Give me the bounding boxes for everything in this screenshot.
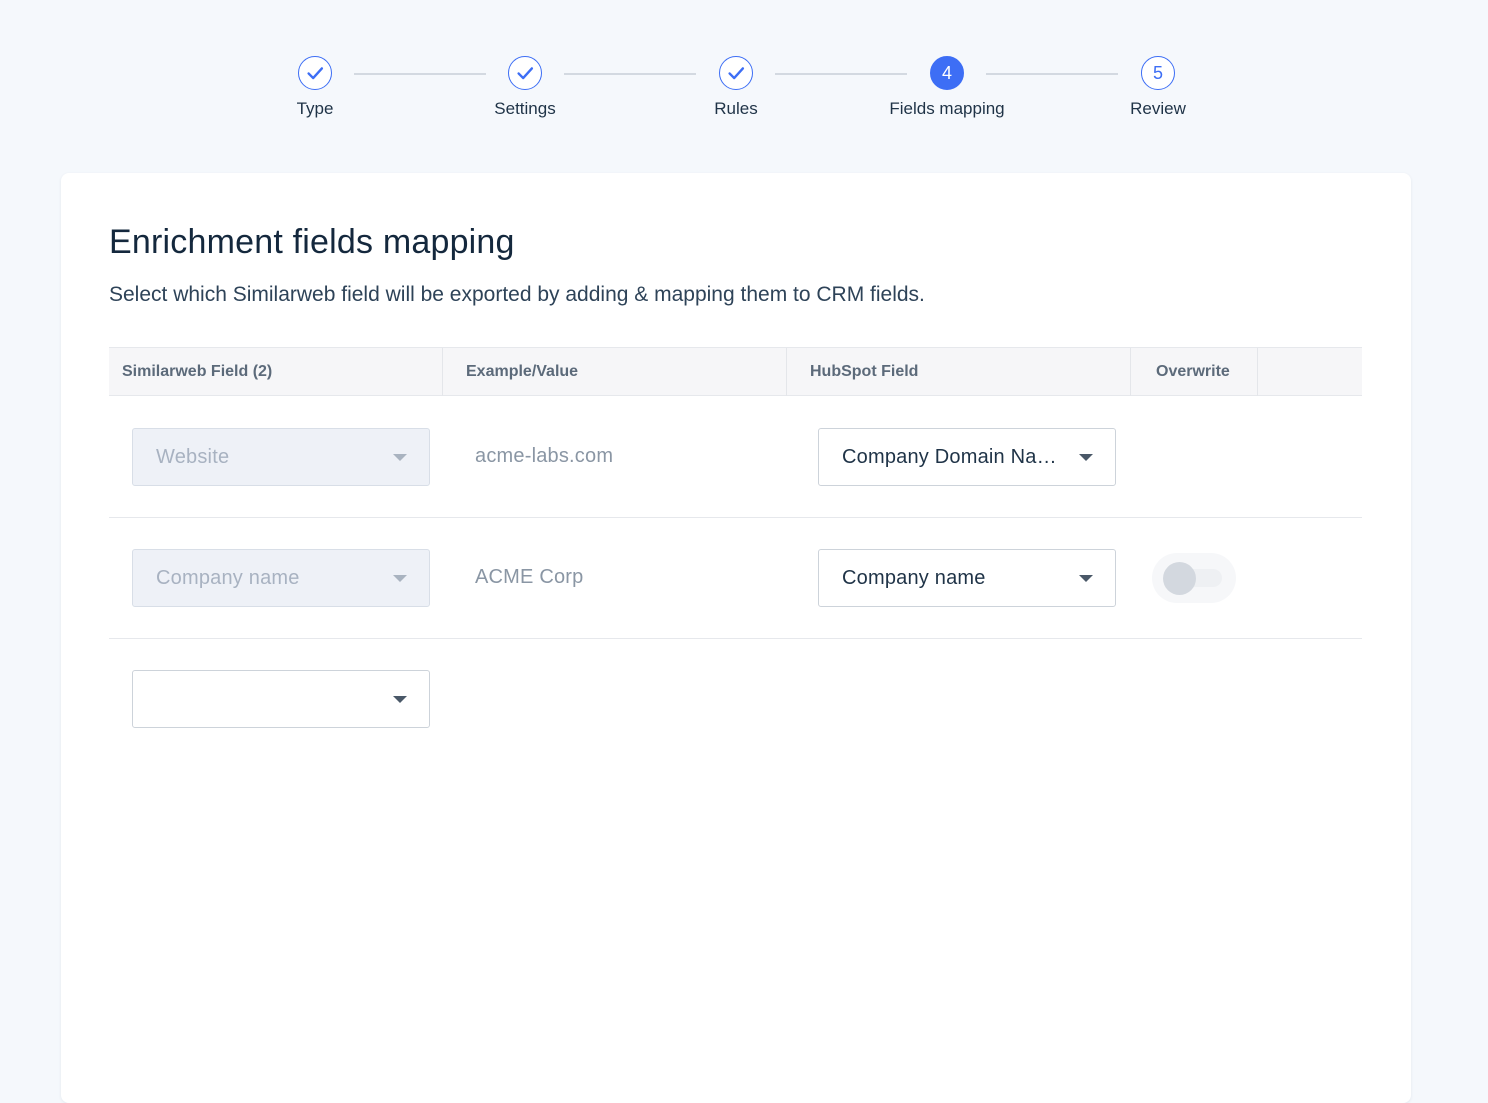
add-similarweb-field-select[interactable] [132, 670, 430, 728]
step-completed-circle [298, 56, 332, 90]
mapping-table-header: Similarweb Field (2) Example/Value HubSp… [109, 347, 1362, 396]
caret-down-icon [393, 454, 407, 461]
example-value: acme-labs.com [475, 445, 614, 467]
step-label: Settings [494, 99, 556, 118]
caret-down-icon [1079, 454, 1093, 461]
step-fields-mapping[interactable]: 4 Fields mapping [847, 56, 1047, 119]
step-rules[interactable]: Rules [636, 56, 836, 119]
step-label: Review [1130, 99, 1186, 118]
table-row: Company name ACME Corp Company name [109, 517, 1362, 639]
step-label: Rules [714, 99, 758, 118]
check-icon [517, 67, 534, 80]
hubspot-field-select[interactable]: Company Domain Name [818, 428, 1116, 486]
column-header-hubspot-field: HubSpot Field [787, 348, 1131, 396]
check-icon [307, 67, 324, 80]
page-subtitle: Select which Similarweb field will be ex… [109, 283, 925, 306]
select-value: Company Domain Name [842, 445, 1062, 468]
select-value: Company name [156, 566, 300, 589]
check-icon [728, 67, 745, 80]
similarweb-field-select: Website [132, 428, 430, 486]
caret-down-icon [1079, 575, 1093, 582]
select-value: Website [156, 445, 230, 468]
step-review[interactable]: 5 Review [1058, 56, 1258, 119]
caret-down-icon [393, 696, 407, 703]
example-value: ACME Corp [475, 566, 584, 588]
step-completed-circle [719, 56, 753, 90]
step-active-circle: 4 [930, 56, 964, 90]
table-row-new [109, 638, 1362, 759]
select-value: Company name [842, 566, 986, 589]
column-header-overwrite: Overwrite [1131, 348, 1258, 396]
step-completed-circle [508, 56, 542, 90]
column-header-example: Example/Value [443, 348, 787, 396]
hubspot-field-select[interactable]: Company name [818, 549, 1116, 607]
step-label: Type [296, 99, 334, 118]
overwrite-toggle[interactable] [1152, 553, 1236, 603]
wizard-stepper: Type Settings Rules 4 Fields mapping 5 R… [0, 56, 1488, 126]
table-row: Website acme-labs.com Company Domain Nam… [109, 396, 1362, 518]
fields-mapping-card: Enrichment fields mapping Select which S… [61, 173, 1411, 1103]
column-header-similarweb-field: Similarweb Field (2) [109, 348, 443, 396]
step-upcoming-circle: 5 [1141, 56, 1175, 90]
similarweb-field-select: Company name [132, 549, 430, 607]
step-label: Fields mapping [889, 99, 1005, 118]
step-settings[interactable]: Settings [425, 56, 625, 119]
step-type[interactable]: Type [215, 56, 415, 119]
caret-down-icon [393, 575, 407, 582]
page-title: Enrichment fields mapping [109, 223, 515, 261]
toggle-knob [1163, 562, 1196, 595]
column-header-actions [1258, 348, 1362, 396]
